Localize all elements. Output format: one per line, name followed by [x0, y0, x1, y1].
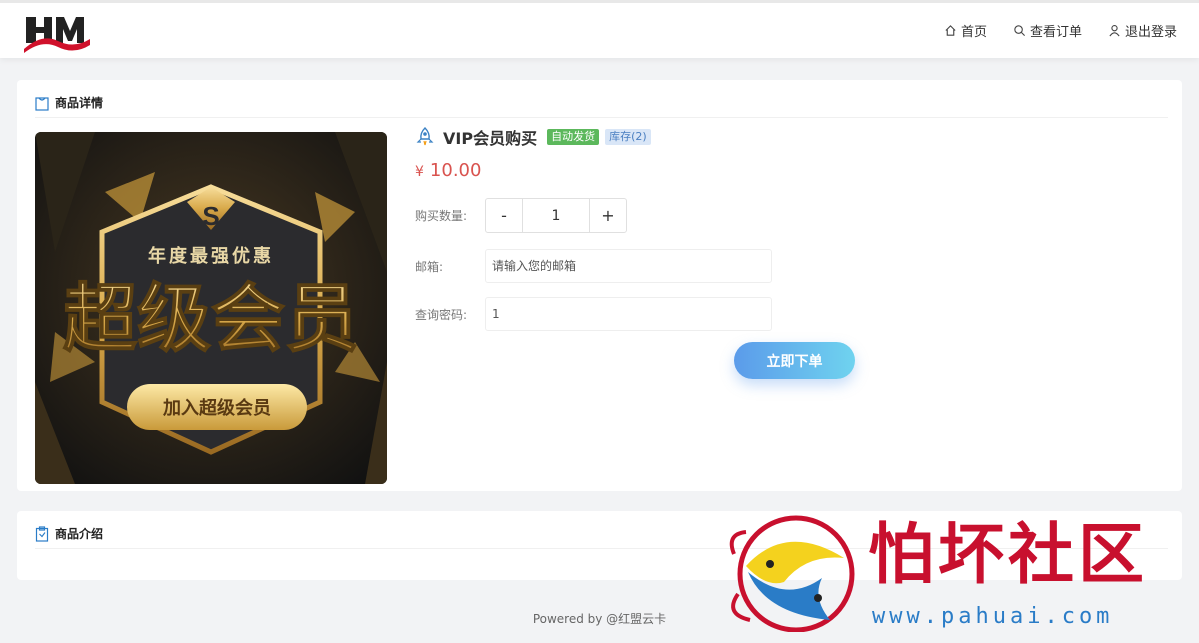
site-logo[interactable]	[22, 11, 92, 53]
currency-symbol: ¥	[415, 164, 424, 180]
product-detail-card: 商品详情 S 年度最强优惠 超级会员 加入超级会员 VIP会员购买 自动发货 库…	[17, 80, 1182, 491]
quantity-input[interactable]: 1	[522, 199, 590, 232]
product-info: VIP会员购买 自动发货 库存(2) ¥10.00	[415, 126, 651, 184]
query-password-field[interactable]	[485, 297, 772, 331]
image-line3: 加入超级会员	[162, 397, 271, 419]
user-icon	[1109, 25, 1120, 37]
quantity-increase-button[interactable]: +	[590, 199, 626, 232]
nav-menu: 首页 查看订单 退出登录	[944, 21, 1177, 40]
image-line2: 超级会员	[63, 276, 359, 362]
nav-orders[interactable]: 查看订单	[1013, 21, 1082, 40]
watermark-title: 怕坏社区	[868, 515, 1148, 593]
quantity-row: 购买数量: - 1 +	[415, 198, 627, 233]
password-row: 查询密码:	[415, 297, 772, 331]
order-now-button[interactable]: 立即下单	[734, 342, 855, 379]
footer-text: Powered by @红盟云卡	[532, 612, 667, 626]
auto-delivery-badge: 自动发货	[547, 129, 600, 145]
detail-title: 商品详情	[55, 96, 104, 110]
product-name: VIP会员购买	[443, 129, 538, 148]
nav-logout[interactable]: 退出登录	[1108, 21, 1177, 40]
product-price: ¥10.00	[415, 160, 651, 184]
intro-title: 商品介绍	[55, 527, 104, 541]
email-field[interactable]	[485, 249, 772, 283]
search-icon	[1014, 25, 1025, 37]
fish-logo	[729, 515, 855, 632]
image-line1: 年度最强优惠	[148, 245, 274, 267]
quantity-stepper: - 1 +	[485, 198, 627, 233]
product-name-row: VIP会员购买 自动发货 库存(2)	[415, 126, 651, 148]
clipboard-icon	[35, 525, 49, 542]
svg-text:S: S	[202, 201, 219, 231]
password-label: 查询密码:	[415, 307, 468, 322]
price-value: 10.00	[429, 160, 482, 181]
quantity-decrease-button[interactable]: -	[486, 199, 522, 232]
quantity-label: 购买数量:	[415, 209, 468, 223]
bag-icon	[35, 96, 49, 111]
watermark-url: www.pahuai.com	[872, 604, 1114, 629]
watermark: 怕坏社区 www.pahuai.com	[726, 514, 1186, 632]
home-icon	[945, 25, 956, 36]
top-navbar: 首页 查看订单 退出登录	[0, 0, 1199, 58]
detail-header: 商品详情	[35, 92, 1168, 118]
stock-badge: 库存(2)	[605, 129, 651, 145]
nav-home-label: 首页	[960, 25, 987, 40]
product-image: S 年度最强优惠 超级会员 加入超级会员	[35, 132, 387, 484]
nav-orders-label: 查看订单	[1029, 25, 1082, 40]
nav-home[interactable]: 首页	[944, 21, 987, 40]
email-row: 邮箱:	[415, 249, 772, 283]
nav-logout-label: 退出登录	[1124, 25, 1177, 40]
rocket-icon	[416, 127, 434, 146]
email-label: 邮箱:	[415, 259, 444, 274]
